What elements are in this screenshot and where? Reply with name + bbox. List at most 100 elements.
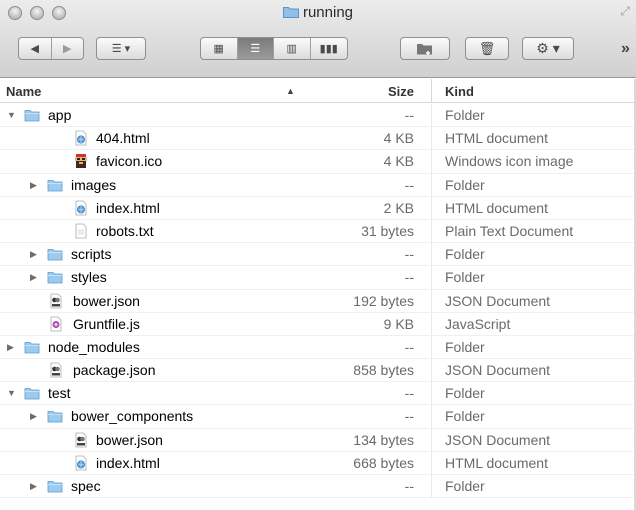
file-name: index.html: [96, 454, 160, 471]
folder-icon: [47, 408, 63, 424]
new-folder-icon: [417, 43, 432, 55]
file-size: 9 KB: [383, 315, 414, 332]
file-kind: Folder: [445, 338, 485, 355]
disclosure-closed-icon[interactable]: ▶: [30, 481, 40, 491]
file-name: Gruntfile.js: [73, 315, 140, 332]
file-size: 31 bytes: [361, 222, 414, 239]
file-kind: HTML document: [445, 199, 548, 216]
folder-icon: [24, 385, 40, 401]
arrange-button[interactable]: ☰ ▾: [96, 37, 146, 60]
column-divider: [431, 428, 432, 451]
folder-icon: [24, 107, 40, 123]
file-kind: HTML document: [445, 130, 548, 147]
folder-icon: [47, 177, 63, 193]
file-size: --: [404, 338, 414, 355]
folder-icon: [47, 478, 63, 494]
kind-column-header[interactable]: Kind: [445, 84, 474, 99]
file-kind: Folder: [445, 246, 485, 263]
file-row[interactable]: index.html 668 bytes HTML document: [0, 451, 636, 475]
disclosure-open-icon[interactable]: ▼: [7, 110, 17, 120]
arrange-button-inner: ☰ ▾: [97, 38, 145, 59]
column-view-icon: ▥: [286, 43, 297, 55]
name-column-header[interactable]: Name: [6, 84, 41, 99]
file-row[interactable]: robots.txt 31 bytes Plain Text Document: [0, 219, 636, 244]
file-size: 858 bytes: [353, 362, 414, 379]
coverflow-view-icon: ▮▮▮: [319, 43, 338, 55]
file-row[interactable]: bower.json 192 bytes JSON Document: [0, 289, 636, 313]
file-kind: Windows icon image: [445, 153, 574, 170]
file-row[interactable]: ▼ test -- Folder: [0, 382, 636, 406]
file-row[interactable]: ▶ node_modules -- Folder: [0, 335, 636, 360]
html-file-icon: [73, 455, 89, 471]
column-divider: [431, 359, 432, 382]
javascript-file-icon: [48, 316, 64, 332]
file-size: --: [404, 107, 414, 123]
file-name: bower_components: [71, 408, 194, 425]
file-row[interactable]: bower.json 134 bytes JSON Document: [0, 428, 636, 452]
coverflow-view-button[interactable]: ▮▮▮: [311, 38, 347, 59]
file-name: test: [48, 385, 71, 402]
folder-icon: [47, 246, 63, 262]
file-kind: Folder: [445, 107, 485, 123]
file-name: bower.json: [73, 292, 140, 309]
back-button[interactable]: ◀: [19, 38, 52, 59]
list-arrange-icon: ☰ ▾: [111, 43, 131, 55]
file-name: styles: [71, 269, 107, 286]
disclosure-closed-icon[interactable]: ▶: [30, 411, 40, 421]
disclosure-closed-icon[interactable]: ▶: [30, 272, 40, 282]
file-kind: HTML document: [445, 454, 548, 471]
column-divider: [431, 475, 432, 498]
file-row[interactable]: 404.html 4 KB HTML document: [0, 127, 636, 151]
file-row[interactable]: package.json 858 bytes JSON Document: [0, 359, 636, 383]
file-row[interactable]: ▶ images -- Folder: [0, 173, 636, 197]
column-divider: [431, 219, 432, 243]
file-row[interactable]: ▶ bower_components -- Folder: [0, 405, 636, 429]
delete-button[interactable]: 🗑: [465, 37, 509, 60]
disclosure-closed-icon[interactable]: ▶: [30, 249, 40, 259]
column-view-button[interactable]: ▥: [274, 38, 311, 59]
file-row[interactable]: Gruntfile.js 9 KB JavaScript: [0, 312, 636, 336]
column-divider: [431, 451, 432, 474]
file-kind: Folder: [445, 478, 485, 494]
file-row[interactable]: ▼ app -- Folder: [0, 104, 636, 128]
file-row[interactable]: ▶ scripts -- Folder: [0, 243, 636, 267]
list-view-button[interactable]: ☰: [237, 38, 274, 59]
file-kind: Folder: [445, 176, 485, 193]
action-button[interactable]: ⚙ ▾: [522, 37, 574, 60]
folder-icon: [282, 7, 299, 18]
file-name: favicon.ico: [96, 153, 163, 170]
fullscreen-icon[interactable]: ⤢: [618, 4, 632, 18]
html-file-icon: [73, 200, 89, 216]
file-row[interactable]: ▶ styles -- Folder: [0, 266, 636, 290]
image-file-icon: [73, 153, 89, 169]
file-name: scripts: [71, 246, 112, 263]
toolbar-overflow-button[interactable]: »: [621, 40, 630, 58]
column-divider[interactable]: [431, 79, 432, 103]
column-divider: [431, 104, 432, 127]
forward-button[interactable]: ▶: [52, 38, 84, 59]
column-divider: [431, 266, 432, 289]
file-row[interactable]: index.html 2 KB HTML document: [0, 196, 636, 220]
size-column-header[interactable]: Size: [300, 84, 414, 99]
disclosure-open-icon[interactable]: ▼: [7, 388, 17, 398]
folder-icon: [24, 339, 40, 355]
file-size: --: [404, 269, 414, 286]
file-kind: JSON Document: [445, 362, 551, 379]
disclosure-closed-icon[interactable]: ▶: [30, 180, 40, 190]
column-divider: [431, 382, 432, 405]
column-divider: [431, 405, 432, 428]
file-size: 668 bytes: [353, 454, 414, 471]
file-kind: JSON Document: [445, 292, 551, 309]
icon-view-button[interactable]: ▦: [201, 38, 238, 59]
file-name: app: [48, 107, 72, 123]
delete-button-inner: 🗑: [466, 38, 508, 59]
gear-icon: ⚙ ▾: [536, 40, 560, 56]
chevron-left-icon: ◀: [30, 43, 39, 55]
new-folder-button[interactable]: [400, 37, 450, 60]
file-row[interactable]: favicon.ico 4 KB Windows icon image: [0, 150, 636, 174]
file-size: --: [404, 385, 414, 402]
column-divider: [431, 173, 432, 196]
file-row[interactable]: ▶ spec -- Folder: [0, 475, 636, 499]
file-size: 2 KB: [383, 199, 414, 216]
disclosure-closed-icon[interactable]: ▶: [7, 342, 17, 352]
